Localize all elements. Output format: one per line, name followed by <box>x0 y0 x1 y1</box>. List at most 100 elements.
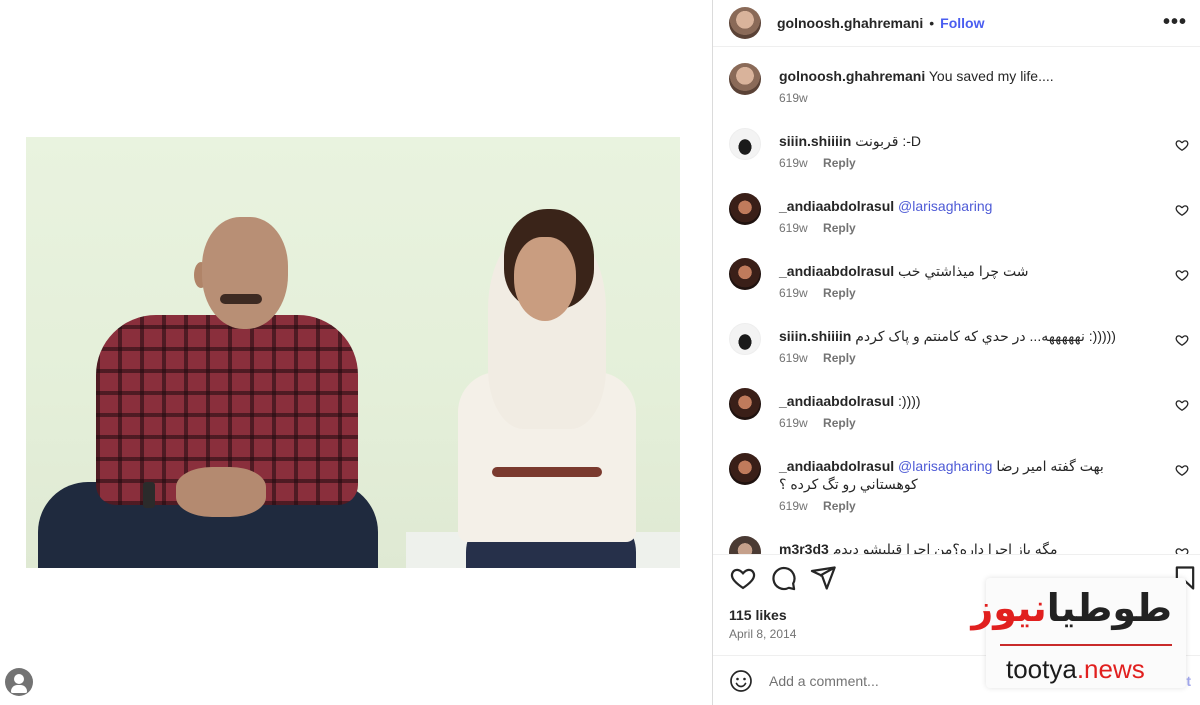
man-mustache <box>220 294 262 304</box>
list-item: _andiaabdolrasul :)))) 619w Reply <box>729 388 1199 448</box>
separator-dot: • <box>929 15 935 31</box>
comment-username[interactable]: siiin.shiiiin <box>779 133 851 149</box>
list-item: _andiaabdolrasul @larisagharing بهت گفته… <box>729 453 1199 533</box>
comment-text: _andiaabdolrasul @larisagharing بهت گفته… <box>779 457 1159 493</box>
list-item: _andiaabdolrasul شت چرا ميذاشتي خب 619w … <box>729 258 1199 318</box>
comment-text: _andiaabdolrasul @larisagharing <box>779 197 1159 215</box>
watermark-fa-red: نیوز <box>971 586 1047 630</box>
more-icon[interactable]: ••• <box>1163 12 1187 32</box>
commenter-avatar[interactable] <box>729 536 761 554</box>
caption: golnoosh.ghahremani You saved my life...… <box>729 63 1199 123</box>
media-area <box>0 0 712 705</box>
author-username[interactable]: golnoosh.ghahremani <box>777 15 923 31</box>
post-photo[interactable] <box>26 137 680 568</box>
reply-button[interactable]: Reply <box>823 416 856 430</box>
caption-username[interactable]: golnoosh.ghahremani <box>779 68 925 84</box>
comment-meta: 619w Reply <box>779 499 856 513</box>
author-avatar[interactable] <box>729 7 761 39</box>
comment-text: siiin.shiiiin D-: قربونت <box>779 132 1159 150</box>
watermark-divider <box>1000 644 1172 646</box>
instagram-post-page: golnoosh.ghahremani • Follow ••• golnoos… <box>0 0 1200 705</box>
comment-body: D-: قربونت <box>855 133 922 149</box>
watermark-en-black: tootya <box>1006 654 1077 684</box>
comment-mention[interactable]: @larisagharing <box>898 198 992 214</box>
man-head <box>202 217 288 329</box>
comment-bubble-icon[interactable] <box>769 564 797 592</box>
watermark-persian-text: طوطیانیوز <box>971 586 1172 630</box>
comment-body: (((((: نهههههه... در حدي كه كامنتم و پاک… <box>855 328 1116 344</box>
comment-username[interactable]: _andiaabdolrasul <box>779 458 894 474</box>
caption-body: You saved my life.... <box>928 68 1054 84</box>
caption-avatar[interactable] <box>729 63 761 95</box>
list-item: _andiaabdolrasul @larisagharing 619w Rep… <box>729 193 1199 253</box>
comment-text: _andiaabdolrasul شت چرا ميذاشتي خب <box>779 262 1159 280</box>
follow-button[interactable]: Follow <box>940 15 984 31</box>
commenter-avatar[interactable] <box>729 388 761 420</box>
comment-meta: 619w Reply <box>779 286 856 300</box>
caption-meta: 619w <box>779 91 808 105</box>
caption-text: golnoosh.ghahremani You saved my life...… <box>779 67 1159 85</box>
woman-face <box>514 237 576 321</box>
site-watermark-logo: طوطیانیوز tootya.news <box>971 578 1186 688</box>
comment-username[interactable]: _andiaabdolrasul <box>779 198 894 214</box>
comment-mention[interactable]: @larisagharing <box>898 458 992 474</box>
list-item: siiin.shiiiin D-: قربونت 619w Reply <box>729 128 1199 188</box>
comment-text: siiin.shiiiin (((((: نهههههه... در حدي ك… <box>779 327 1159 345</box>
like-comment-heart-icon[interactable] <box>1175 203 1189 217</box>
commenter-avatar[interactable] <box>729 128 761 160</box>
comment-time[interactable]: 619w <box>779 156 808 170</box>
reply-button[interactable]: Reply <box>823 286 856 300</box>
emoji-icon[interactable] <box>729 669 753 693</box>
likes-count[interactable]: 115 likes <box>729 607 787 623</box>
comment-username[interactable]: m3r3d3 <box>779 541 829 554</box>
watermark-en-red: .news <box>1076 654 1145 684</box>
comments-list[interactable]: golnoosh.ghahremani You saved my life...… <box>713 48 1200 554</box>
like-comment-heart-icon[interactable] <box>1175 138 1189 152</box>
commenter-avatar[interactable] <box>729 193 761 225</box>
comment-body: :)))) <box>898 393 921 409</box>
like-comment-heart-icon[interactable] <box>1175 398 1189 412</box>
comment-time[interactable]: 619w <box>779 351 808 365</box>
comment-username[interactable]: _andiaabdolrasul <box>779 263 894 279</box>
user-avatar-icon[interactable] <box>5 668 33 696</box>
share-send-icon[interactable] <box>809 564 837 592</box>
watermark-english-text: tootya.news <box>1006 654 1145 685</box>
comment-time[interactable]: 619w <box>779 499 808 513</box>
caption-time[interactable]: 619w <box>779 91 808 105</box>
comment-body: مگه باز اجرا داره؟من اجرا قبلیشو دیدم <box>832 541 1058 554</box>
watermark-fa-black: طوطیا <box>1046 586 1172 630</box>
divider <box>713 554 1200 555</box>
list-item: m3r3d3 مگه باز اجرا داره؟من اجرا قبلیشو … <box>729 536 1199 554</box>
man-watch <box>143 482 155 508</box>
comment-time[interactable]: 619w <box>779 416 808 430</box>
post-date[interactable]: April 8, 2014 <box>729 627 796 641</box>
comment-text: m3r3d3 مگه باز اجرا داره؟من اجرا قبلیشو … <box>779 540 1159 554</box>
like-heart-icon[interactable] <box>729 564 757 592</box>
add-comment-input[interactable]: Add a comment... <box>769 673 879 689</box>
comment-time[interactable]: 619w <box>779 221 808 235</box>
comment-text: _andiaabdolrasul :)))) <box>779 392 1159 410</box>
like-comment-heart-icon[interactable] <box>1175 463 1189 477</box>
reply-button[interactable]: Reply <box>823 221 856 235</box>
man-hands <box>176 467 266 517</box>
comment-username[interactable]: _andiaabdolrasul <box>779 393 894 409</box>
reply-button[interactable]: Reply <box>823 351 856 365</box>
list-item: siiin.shiiiin (((((: نهههههه... در حدي ك… <box>729 323 1199 383</box>
comment-username[interactable]: siiin.shiiiin <box>779 328 851 344</box>
post-header: golnoosh.ghahremani • Follow ••• <box>713 0 1200 47</box>
comment-time[interactable]: 619w <box>779 286 808 300</box>
commenter-avatar[interactable] <box>729 258 761 290</box>
reply-button[interactable]: Reply <box>823 499 856 513</box>
comment-meta: 619w Reply <box>779 156 856 170</box>
like-comment-heart-icon[interactable] <box>1175 268 1189 282</box>
reply-button[interactable]: Reply <box>823 156 856 170</box>
comment-meta: 619w Reply <box>779 416 856 430</box>
comment-meta: 619w Reply <box>779 351 856 365</box>
commenter-avatar[interactable] <box>729 323 761 355</box>
comment-meta: 619w Reply <box>779 221 856 235</box>
commenter-avatar[interactable] <box>729 453 761 485</box>
woman-belt <box>492 467 602 477</box>
comment-body: شت چرا ميذاشتي خب <box>898 263 1029 279</box>
like-comment-heart-icon[interactable] <box>1175 546 1189 554</box>
like-comment-heart-icon[interactable] <box>1175 333 1189 347</box>
